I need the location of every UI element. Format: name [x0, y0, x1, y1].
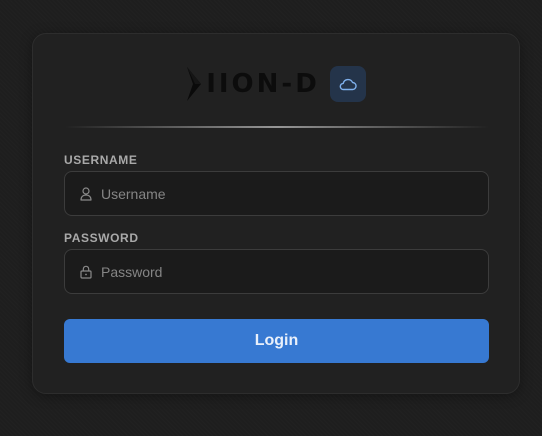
logo-text: IION-D: [206, 69, 320, 99]
logo: IION-D: [186, 64, 320, 104]
password-label: PASSWORD: [64, 231, 139, 245]
cloud-status-badge[interactable]: [329, 66, 366, 102]
login-button[interactable]: Login: [64, 319, 489, 363]
password-input[interactable]: [101, 250, 488, 293]
username-label: USERNAME: [64, 153, 138, 167]
lock-icon: [79, 265, 93, 279]
password-field[interactable]: [64, 249, 489, 294]
brand-header: IION-D: [33, 64, 519, 104]
login-card: IION-D USERNAME PASSWORD Login: [32, 33, 520, 394]
user-icon: [79, 186, 93, 201]
username-input[interactable]: [101, 172, 488, 215]
username-field[interactable]: [64, 171, 489, 216]
divider: [65, 126, 489, 128]
cloud-icon: [339, 78, 357, 91]
logo-mark-icon: [187, 67, 202, 101]
